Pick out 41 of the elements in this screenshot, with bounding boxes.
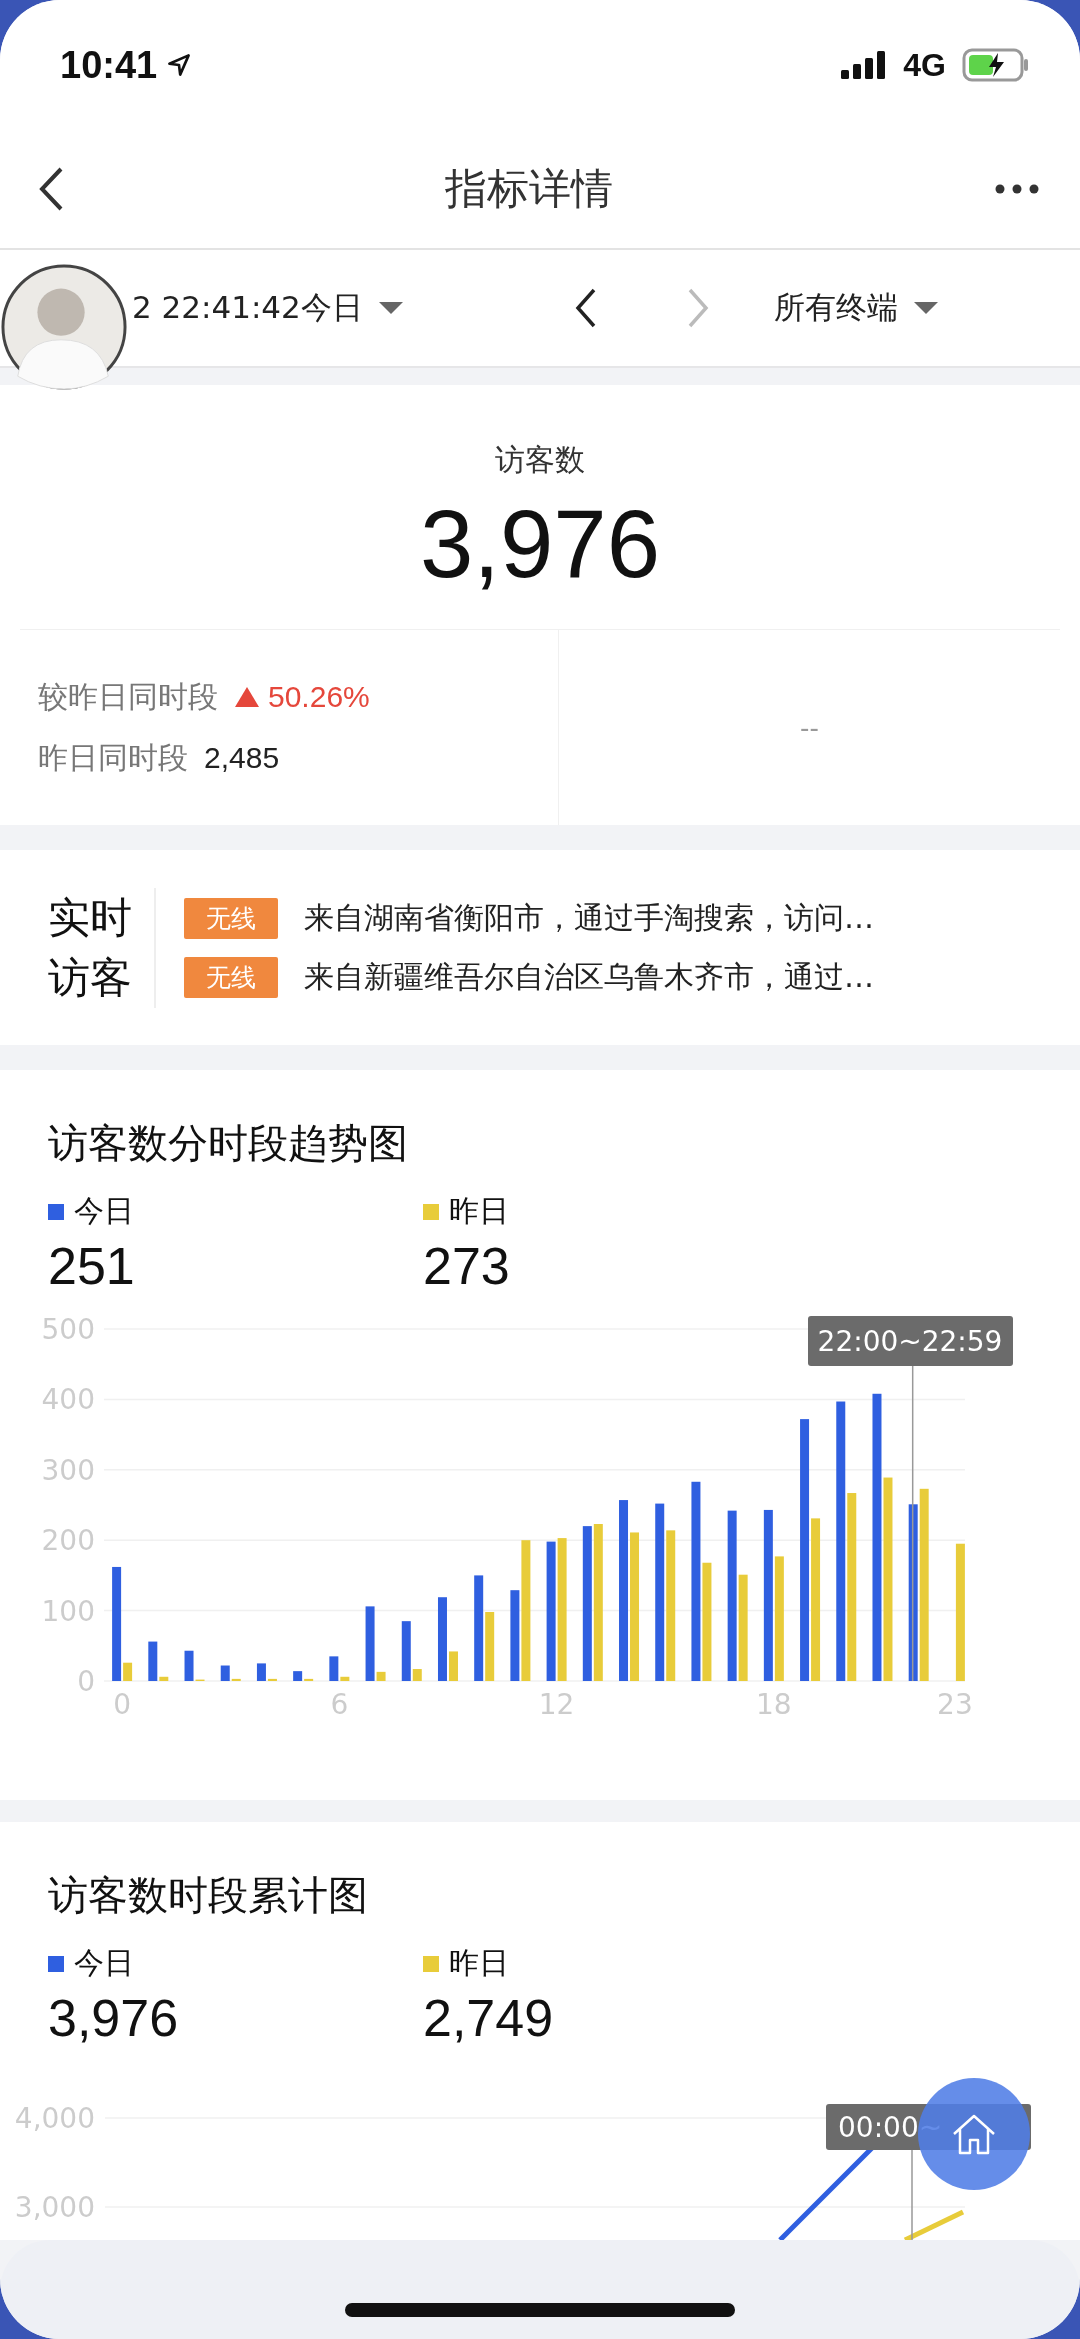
yesterday-value: 2,485 <box>204 741 280 775</box>
chart-title: 访客数分时段趋势图 <box>48 1119 409 1168</box>
date-dropdown[interactable]: 2 22:41:42今日 <box>132 287 405 329</box>
legend-label: 今日 <box>74 1944 134 1982</box>
visitor-entry[interactable]: 来自新疆维吾尔自治区乌鲁木齐市，通过… <box>304 956 874 998</box>
bar <box>449 1651 458 1681</box>
page-title: 指标详情 <box>445 163 613 215</box>
legend-value: 3,976 <box>48 1988 180 2048</box>
metric-value: 3,976 <box>419 489 661 599</box>
battery-charging-icon <box>962 48 1030 82</box>
metric-label: 访客数 <box>495 441 585 479</box>
section-title: 访客 <box>48 951 132 1004</box>
more-icon[interactable] <box>994 183 1040 195</box>
legend-value: 273 <box>423 1236 511 1296</box>
status-time: 10:41 <box>60 43 158 87</box>
tag: 无线 <box>184 897 278 939</box>
terminal-dropdown[interactable]: 所有终端 <box>773 287 940 329</box>
legend-label: 昨日 <box>449 1944 509 1982</box>
legend-label: 昨日 <box>449 1192 509 1230</box>
visitor-entry[interactable]: 来自湖南省衡阳市，通过手淘搜索，访问… <box>304 897 874 939</box>
empty-value: -- <box>800 712 819 743</box>
legend-label: 今日 <box>74 1192 134 1230</box>
signal-icon <box>841 51 888 79</box>
section-title: 实时 <box>48 891 132 944</box>
yesterday-label: 昨日同时段 <box>38 738 188 777</box>
location-arrow-icon <box>167 53 192 77</box>
previous-icon[interactable] <box>574 288 597 328</box>
trend-line <box>903 2209 965 2240</box>
avatar[interactable] <box>0 262 128 392</box>
legend-swatch <box>48 1203 64 1220</box>
chart-title: 访客数时段累计图 <box>48 1871 369 1920</box>
change-percent: 50.26% <box>268 680 370 714</box>
tag: 无线 <box>184 956 278 998</box>
compare-label: 较昨日同时段 <box>38 677 218 716</box>
legend-swatch <box>423 1203 439 1220</box>
network-type: 4G <box>903 46 946 84</box>
legend-value: 2,749 <box>423 1988 555 2048</box>
home-icon <box>951 2113 997 2155</box>
tooltip: 22:00~22:59 <box>808 1316 1013 1366</box>
back-icon[interactable] <box>38 166 64 212</box>
legend-value: 251 <box>48 1236 136 1296</box>
